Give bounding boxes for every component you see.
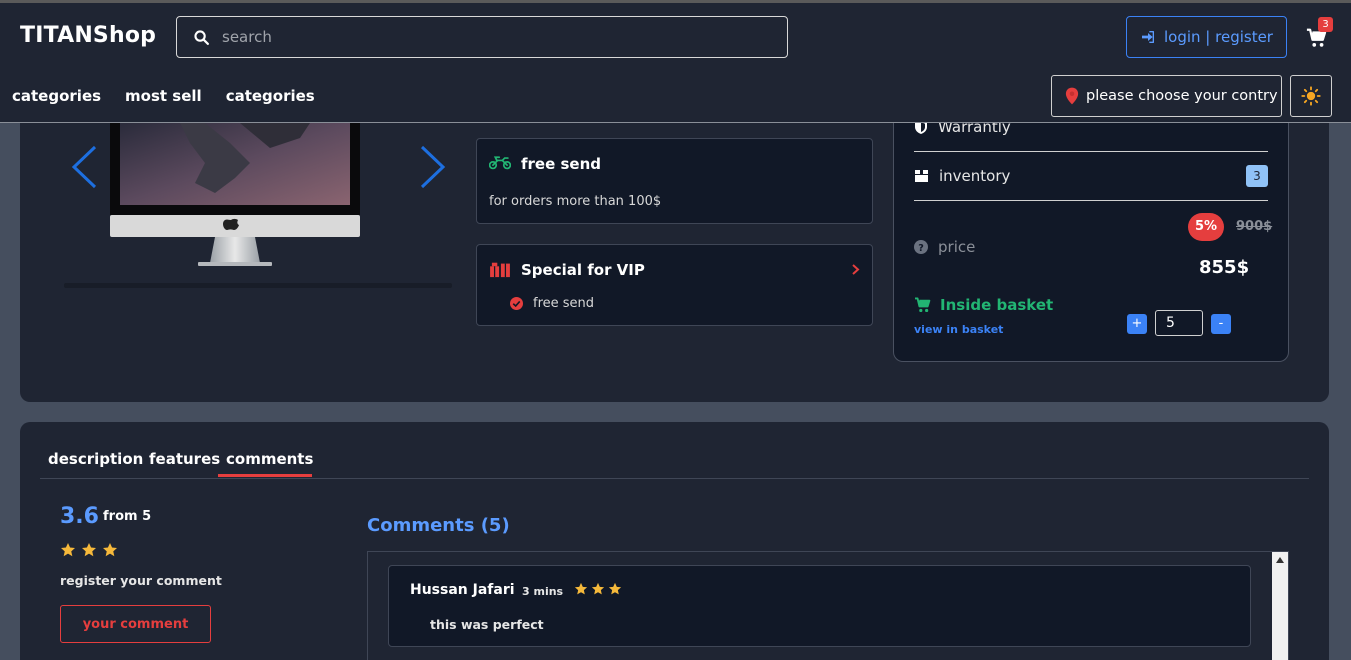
nav-item-categories-2[interactable]: categories xyxy=(226,87,315,105)
star-icon xyxy=(103,543,117,557)
logo[interactable]: TITANShop xyxy=(20,23,156,48)
feature-subtitle: free send xyxy=(533,296,595,311)
comments-list: Hussan Jafari 3 mins this was perfect xyxy=(367,551,1289,660)
tab-comments[interactable]: comments xyxy=(226,450,313,468)
current-price: 855$ xyxy=(1199,257,1250,278)
product-image-imac xyxy=(110,123,360,266)
country-selector[interactable]: please choose your contry xyxy=(1051,75,1282,117)
your-comment-button[interactable]: your comment xyxy=(60,605,211,643)
tab-description[interactable]: description xyxy=(48,450,143,468)
inventory-label: inventory xyxy=(939,167,1011,185)
feature-subtitle: for orders more than 100$ xyxy=(489,194,662,209)
comments-title: Comments (5) xyxy=(367,515,510,536)
feature-vip-card[interactable]: Special for VIP free send xyxy=(476,244,873,326)
star-icon xyxy=(61,543,75,557)
price-label: price xyxy=(938,238,976,256)
svg-text:?: ? xyxy=(918,243,924,254)
nav-item-categories[interactable]: categories xyxy=(12,87,101,105)
chevron-right-icon[interactable] xyxy=(851,264,860,275)
map-marker-icon xyxy=(1065,87,1079,105)
comment-stars xyxy=(574,582,622,596)
image-slider-track[interactable] xyxy=(64,283,452,288)
question-circle-icon: ? xyxy=(914,240,928,254)
login-register-button[interactable]: login | register xyxy=(1126,16,1287,58)
rating-stars xyxy=(60,542,118,558)
comment-author: Hussan Jafari xyxy=(410,582,515,598)
prev-image-arrow-icon[interactable] xyxy=(69,143,99,191)
nav-item-most-sell[interactable]: most sell xyxy=(125,87,202,105)
quantity-input[interactable] xyxy=(1155,310,1203,336)
scroll-up-arrow-icon[interactable] xyxy=(1276,557,1284,563)
comment-time: 3 mins xyxy=(522,585,564,598)
feature-title: Special for VIP xyxy=(521,261,645,279)
inside-basket-label: Inside basket xyxy=(940,296,1054,314)
search-icon xyxy=(194,29,210,45)
login-label: login | register xyxy=(1164,28,1273,46)
country-label: please choose your contry xyxy=(1086,88,1278,104)
next-image-arrow-icon[interactable] xyxy=(418,143,448,191)
quantity-minus-button[interactable]: - xyxy=(1211,314,1231,334)
feature-free-send-card: free send for orders more than 100$ xyxy=(476,138,873,224)
active-tab-indicator xyxy=(218,474,312,477)
main-nav: categories most sell categories xyxy=(12,87,315,105)
gift-icon xyxy=(490,262,510,278)
inside-basket-status: Inside basket xyxy=(914,296,1053,314)
tab-features[interactable]: features xyxy=(149,450,220,468)
top-header: TITANShop login | register 3 categories … xyxy=(0,0,1351,123)
comment-text: this was perfect xyxy=(430,617,544,632)
cart-icon xyxy=(915,297,931,313)
motorcycle-icon xyxy=(489,156,511,170)
check-circle-icon xyxy=(510,297,523,310)
box-icon xyxy=(915,170,928,182)
star-icon xyxy=(574,582,588,595)
search-bar[interactable] xyxy=(176,16,788,58)
comment-item: Hussan Jafari 3 mins this was perfect xyxy=(388,565,1251,647)
divider xyxy=(914,200,1268,201)
star-icon xyxy=(591,582,605,595)
quantity-plus-button[interactable]: + xyxy=(1127,314,1147,334)
sun-icon xyxy=(1301,86,1321,106)
star-icon xyxy=(608,582,622,595)
inventory-row: inventory xyxy=(914,167,1010,185)
sign-in-icon xyxy=(1142,31,1154,43)
divider xyxy=(914,151,1268,152)
theme-toggle-button[interactable] xyxy=(1290,75,1332,117)
star-icon xyxy=(82,543,96,557)
average-rating: 3.6 xyxy=(60,504,99,529)
price-row: ? price xyxy=(914,238,975,256)
cart-count-badge: 3 xyxy=(1318,17,1333,32)
details-card: description features comments 3.6 from 5… xyxy=(20,422,1329,660)
search-input[interactable] xyxy=(222,28,762,46)
feature-title: free send xyxy=(521,155,602,173)
old-price: 900$ xyxy=(1236,219,1273,234)
discount-badge: 5% xyxy=(1188,213,1224,241)
rating-scale: from 5 xyxy=(103,509,152,524)
comments-scrollbar[interactable] xyxy=(1272,552,1288,660)
register-comment-label: register your comment xyxy=(60,573,222,588)
inventory-count-badge: 3 xyxy=(1246,165,1268,187)
view-in-basket-link[interactable]: view in basket xyxy=(914,323,1003,336)
